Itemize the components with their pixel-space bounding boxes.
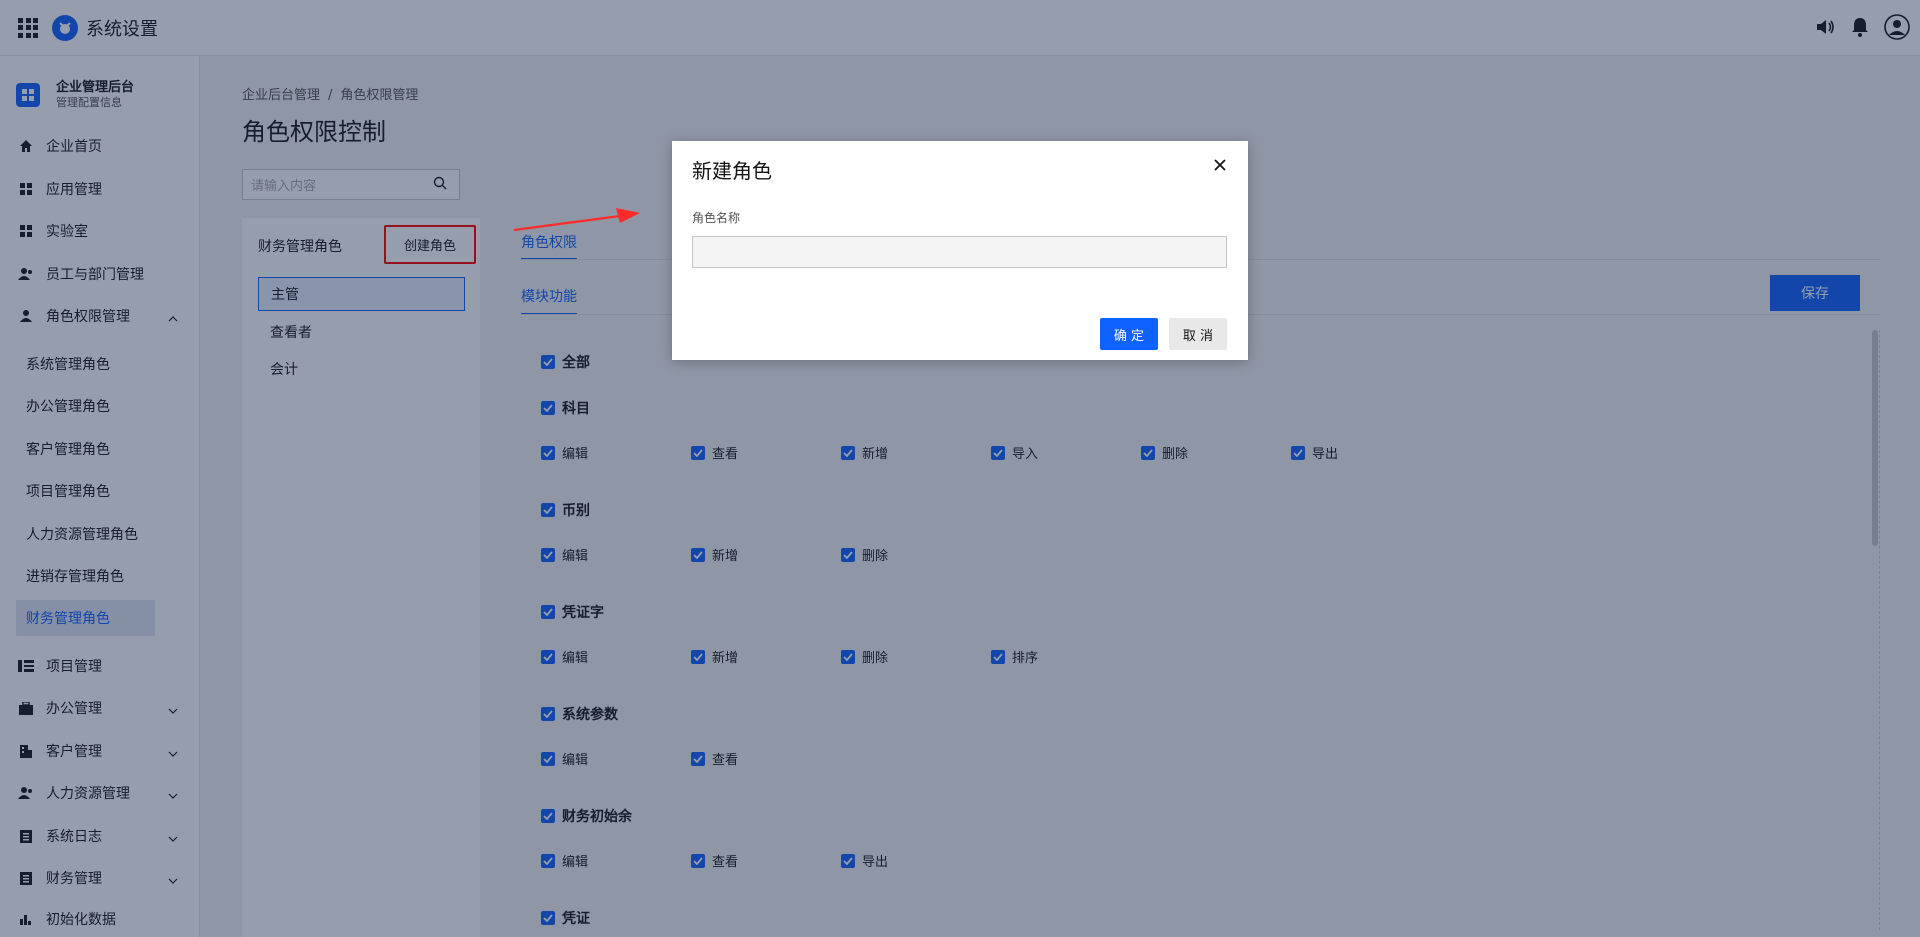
dialog-title: 新建角色	[692, 159, 772, 183]
role-name-input[interactable]	[692, 236, 1227, 268]
close-icon[interactable]	[1212, 157, 1228, 173]
role-name-label: 角色名称	[692, 211, 741, 225]
confirm-button[interactable]: 确 定	[1100, 318, 1158, 350]
cancel-button[interactable]: 取 消	[1169, 318, 1227, 350]
annotation-arrow-icon	[513, 208, 640, 232]
new-role-dialog: 新建角色 角色名称 确 定 取 消	[672, 141, 1248, 360]
